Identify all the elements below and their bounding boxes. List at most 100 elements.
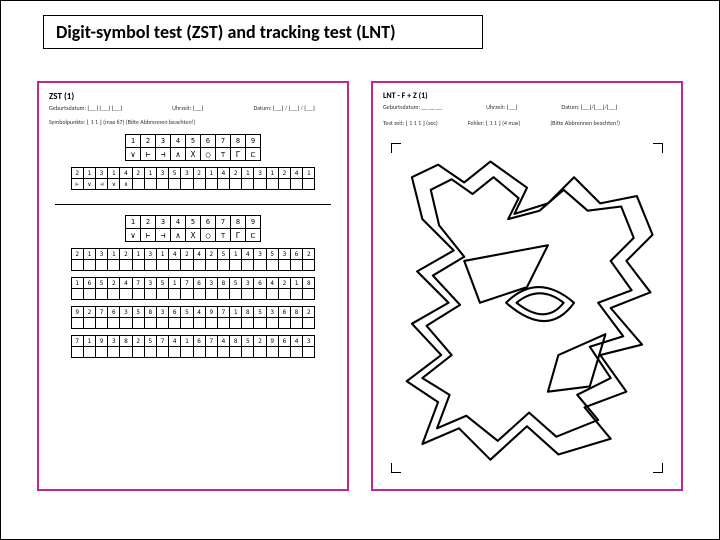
lnt-testtime: Test zeit: ⌊ 1 1 1 ⌋ (sec): [383, 119, 438, 127]
key-symbol: ○: [201, 148, 216, 161]
strip-blank: [96, 347, 108, 358]
strip-digit: 4: [242, 249, 254, 260]
key-digit: 6: [201, 135, 216, 148]
zst-test-strip: 21312131424251435362: [49, 248, 337, 271]
strip-symbol: ⊣: [96, 179, 108, 190]
zst-time: Uhrzeit: ⌊__⌋: [172, 104, 203, 112]
strip-digit: 6: [278, 336, 290, 347]
strip-digit: 4: [217, 336, 229, 347]
strip-blank: [108, 289, 120, 300]
strip-blank: [254, 318, 266, 329]
key-symbol: ⊣: [156, 148, 171, 161]
strip-digit: 3: [266, 307, 278, 318]
strip-digit: 5: [144, 336, 156, 347]
lnt-maze-svg: [391, 143, 663, 473]
strip-digit: 9: [71, 307, 83, 318]
strip-digit: 2: [303, 249, 315, 260]
strip-digit: 3: [156, 307, 168, 318]
strip-digit: 5: [96, 278, 108, 289]
strip-blank: [205, 347, 217, 358]
strip-digit: 2: [230, 168, 242, 179]
key-symbol: Г: [231, 229, 246, 242]
strip-blank: [96, 289, 108, 300]
strip-digit: 3: [278, 249, 290, 260]
strip-digit: 6: [108, 307, 120, 318]
zst-test-strip: 92763583654971853682: [49, 306, 337, 329]
strip-symbol: [169, 179, 181, 190]
strip-digit: 9: [266, 336, 278, 347]
lnt-birthdate: Geburtsdatum: __ __ __: [383, 103, 442, 111]
key-digit: 5: [186, 216, 201, 229]
strip-blank: [71, 289, 83, 300]
crop-mark-bl: [391, 463, 401, 473]
key-digit: 1: [126, 135, 141, 148]
strip-digit: 2: [254, 336, 266, 347]
strip-digit: 5: [156, 278, 168, 289]
strip-digit: 3: [156, 168, 168, 179]
strip-blank: [291, 289, 303, 300]
strip-blank: [144, 347, 156, 358]
strip-blank: [266, 289, 278, 300]
crop-mark-tl: [391, 143, 401, 153]
key-digit: 4: [171, 216, 186, 229]
strip-digit: 5: [181, 307, 193, 318]
strip-digit: 4: [193, 249, 205, 260]
strip-blank: [242, 289, 254, 300]
key-digit: 3: [156, 216, 171, 229]
strip-digit: 3: [120, 307, 132, 318]
strip-blank: [169, 347, 181, 358]
strip-digit: 2: [278, 278, 290, 289]
strip-digit: 4: [193, 307, 205, 318]
zst-test-strip: 71938257416748529643: [49, 335, 337, 358]
strip-digit: 3: [96, 249, 108, 260]
key-digit: 8: [231, 216, 246, 229]
key-digit: 2: [141, 216, 156, 229]
strip-blank: [230, 318, 242, 329]
strip-digit: 2: [83, 307, 95, 318]
strip-blank: [71, 318, 83, 329]
key-symbol: ○: [201, 229, 216, 242]
strip-blank: [217, 347, 229, 358]
strip-blank: [217, 260, 229, 271]
strip-symbol: ⊢: [71, 179, 83, 190]
strip-digit: 5: [217, 249, 229, 260]
strip-digit: 6: [193, 336, 205, 347]
zst-points-line: Symbolpunkte: ⌊ 1 1 ⌋ (max 67) (Bitte Ab…: [49, 118, 337, 126]
crop-mark-tr: [653, 143, 663, 153]
lnt-panel: LNT - F + Z (1) Geburtsdatum: __ __ __ U…: [371, 81, 683, 491]
strip-blank: [120, 318, 132, 329]
strip-digit: 1: [132, 249, 144, 260]
strip-blank: [242, 347, 254, 358]
strip-blank: [132, 289, 144, 300]
strip-digit: 5: [254, 307, 266, 318]
strip-blank: [303, 347, 315, 358]
key-digit: 2: [141, 135, 156, 148]
strip-digit: 5: [132, 307, 144, 318]
strip-blank: [144, 289, 156, 300]
strip-blank: [230, 289, 242, 300]
strip-digit: 1: [144, 168, 156, 179]
key-symbol: ⊢: [141, 148, 156, 161]
strip-digit: 5: [169, 168, 181, 179]
strip-digit: 4: [169, 249, 181, 260]
strip-digit: 1: [205, 168, 217, 179]
strip-blank: [181, 347, 193, 358]
strip-symbol: [217, 179, 229, 190]
strip-symbol: [144, 179, 156, 190]
strip-symbol: ∧: [120, 179, 132, 190]
strip-blank: [205, 289, 217, 300]
strip-digit: 1: [169, 278, 181, 289]
strip-digit: 1: [108, 249, 120, 260]
strip-blank: [303, 289, 315, 300]
strip-blank: [169, 289, 181, 300]
strip-blank: [181, 289, 193, 300]
strip-digit: 7: [96, 307, 108, 318]
strip-digit: 4: [169, 336, 181, 347]
key-symbol: ⊤: [216, 148, 231, 161]
key-digit: 8: [231, 135, 246, 148]
strip-blank: [96, 318, 108, 329]
strip-blank: [181, 318, 193, 329]
strip-digit: 1: [242, 168, 254, 179]
key-digit: 4: [171, 135, 186, 148]
strip-blank: [71, 260, 83, 271]
